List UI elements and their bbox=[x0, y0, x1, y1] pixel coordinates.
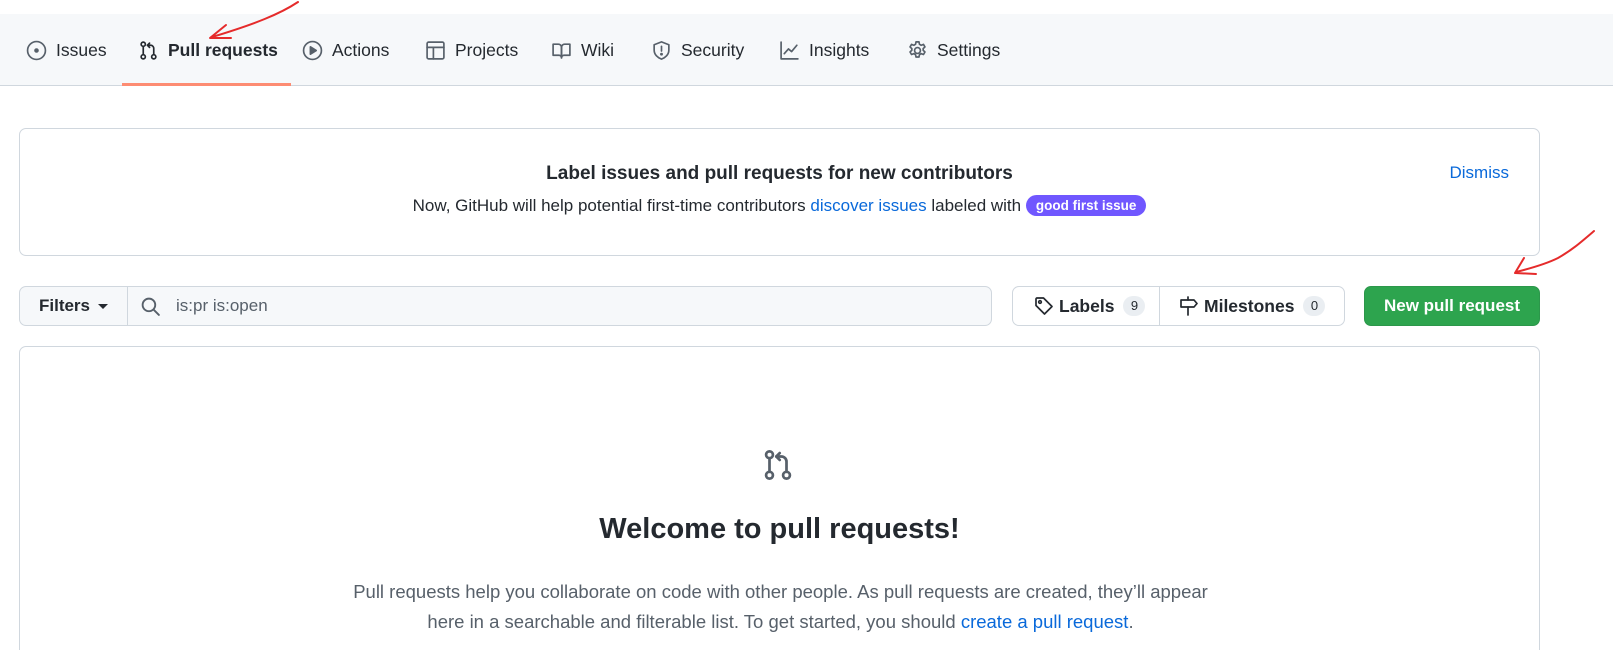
tab-label: Pull requests bbox=[168, 39, 278, 60]
top-strip bbox=[0, 0, 1613, 14]
chevron-down-icon bbox=[98, 303, 109, 309]
tab-insights[interactable]: Insights bbox=[779, 14, 869, 86]
blankslate-title: Welcome to pull requests! bbox=[599, 513, 960, 545]
milestone-icon bbox=[1180, 296, 1198, 316]
banner-text-after: labeled with bbox=[926, 196, 1026, 215]
selected-tab-underline bbox=[122, 83, 291, 86]
new-pull-request-button[interactable]: New pull request bbox=[1364, 286, 1540, 326]
tab-wiki[interactable]: Wiki bbox=[551, 14, 614, 86]
tab-label: Actions bbox=[332, 39, 390, 60]
graph-icon bbox=[780, 40, 799, 60]
tab-settings[interactable]: Settings bbox=[907, 14, 1000, 86]
issue-opened-icon bbox=[26, 40, 47, 60]
labels-button[interactable]: Labels 9 bbox=[1013, 287, 1160, 325]
book-icon bbox=[552, 42, 571, 59]
tab-label: Settings bbox=[937, 39, 1001, 60]
git-pull-request-icon bbox=[764, 450, 792, 480]
tab-projects[interactable]: Projects bbox=[425, 14, 518, 86]
tab-label: Wiki bbox=[581, 39, 615, 60]
discover-issues-link[interactable]: discover issues bbox=[810, 196, 926, 215]
gear-icon bbox=[909, 40, 926, 58]
tab-security[interactable]: Security bbox=[651, 14, 744, 86]
labels-counter: 9 bbox=[1123, 296, 1146, 316]
banner-title: Label issues and pull requests for new c… bbox=[546, 163, 1013, 184]
blankslate-text: Pull requests help you collaborate on co… bbox=[350, 577, 1211, 637]
tab-actions[interactable]: Actions bbox=[302, 14, 389, 86]
create-pull-request-link[interactable]: create a pull request bbox=[961, 611, 1129, 632]
tab-label: Projects bbox=[455, 39, 519, 60]
banner-text-before: Now, GitHub will help potential first-ti… bbox=[412, 196, 811, 215]
filters-label: Filters bbox=[38, 296, 91, 315]
tab-label: Issues bbox=[56, 39, 107, 60]
tab-pull-requests[interactable]: Pull requests bbox=[138, 14, 278, 86]
search-box bbox=[127, 286, 992, 326]
banner-text: Now, GitHub will help potential first-ti… bbox=[20, 195, 1539, 216]
tab-label: Insights bbox=[809, 39, 870, 60]
milestones-counter: 0 bbox=[1303, 296, 1326, 316]
labels-label: Labels bbox=[1059, 295, 1115, 316]
shield-icon bbox=[653, 40, 670, 60]
tag-icon bbox=[1035, 297, 1053, 315]
table-icon bbox=[426, 40, 445, 60]
tab-label: Security bbox=[681, 39, 745, 60]
milestones-label: Milestones bbox=[1204, 295, 1295, 316]
new-contributors-banner: Label issues and pull requests for new c… bbox=[19, 128, 1540, 256]
repo-tab-nav: Issues Pull requests Actions Projects Wi… bbox=[0, 14, 1613, 86]
blankslate: Welcome to pull requests! Pull requests … bbox=[19, 346, 1540, 650]
dismiss-button[interactable]: Dismiss bbox=[1450, 163, 1510, 183]
filters-button[interactable]: Filters bbox=[19, 286, 128, 326]
play-icon bbox=[302, 40, 323, 60]
tab-issues[interactable]: Issues bbox=[26, 14, 107, 86]
search-input[interactable] bbox=[168, 287, 978, 325]
labels-milestones-group: Labels 9 Milestones 0 bbox=[1012, 286, 1345, 326]
blankslate-period: . bbox=[1128, 611, 1134, 632]
good-first-issue-label[interactable]: good first issue bbox=[1025, 195, 1147, 216]
git-pull-request-icon bbox=[140, 40, 157, 60]
search-icon bbox=[141, 297, 160, 316]
milestones-button[interactable]: Milestones 0 bbox=[1160, 287, 1344, 325]
